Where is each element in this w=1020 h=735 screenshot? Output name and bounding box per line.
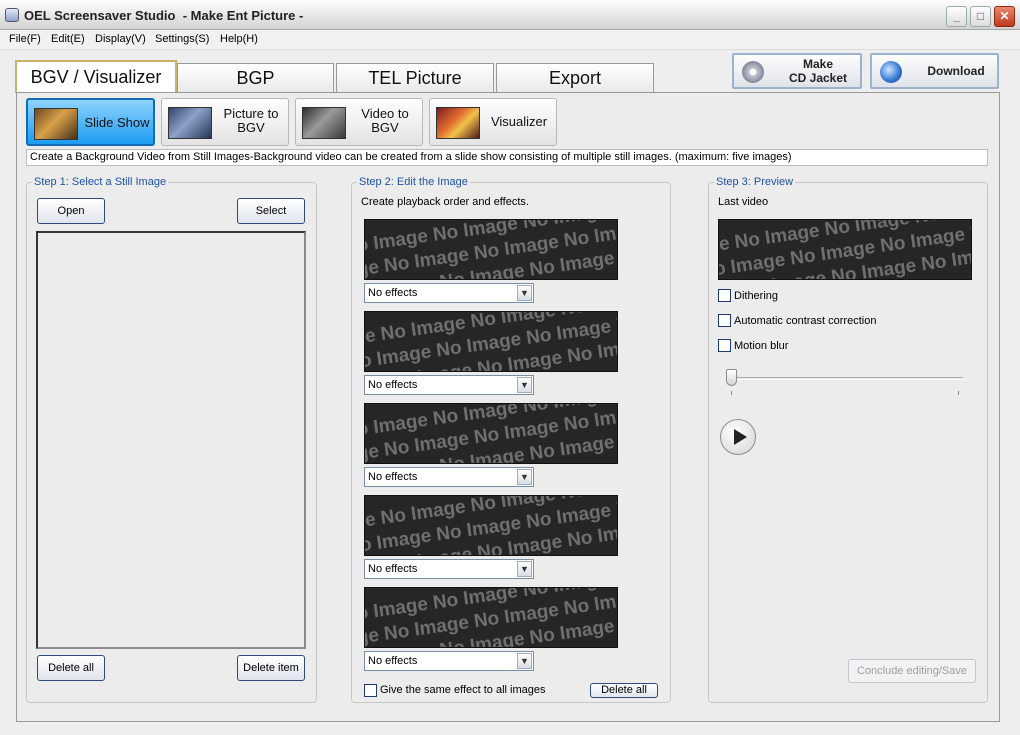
chevron-down-icon[interactable]: ▼ [517, 561, 532, 577]
slider-tick-start [731, 391, 732, 395]
select-button[interactable]: Select [237, 198, 305, 224]
dithering-checkbox[interactable] [718, 289, 731, 302]
minimize-button[interactable]: _ [946, 6, 967, 27]
step3-title: Step 3: Preview [714, 176, 796, 188]
effect-select[interactable]: No effects ▼ [364, 467, 534, 487]
same-effect-checkbox[interactable] [364, 684, 377, 697]
title-bar: OEL Screensaver Studio - Make Ent Pictur… [0, 0, 1020, 30]
mode-slide-show-label: Slide Show [84, 115, 150, 130]
placeholder-watermark: age No Image No Image No Image No Image N… [364, 495, 618, 556]
chevron-down-icon[interactable]: ▼ [517, 377, 532, 393]
download-button[interactable]: Download [870, 53, 999, 89]
dithering-label: Dithering [734, 290, 779, 302]
menu-help[interactable]: Help(H) [220, 33, 258, 45]
motion-blur-label: Motion blur [734, 340, 789, 352]
preview-slider-thumb[interactable] [726, 369, 737, 386]
mode-video-label-line2: BGV [371, 120, 399, 135]
delete-all-effects-button[interactable]: Delete all [590, 683, 658, 698]
effect-image-placeholder[interactable]: age No Image No Image No Image No Image N… [364, 311, 618, 372]
motion-blur-checkbox[interactable] [718, 339, 731, 352]
window-title: OEL Screensaver Studio - Make Ent Pictur… [24, 8, 304, 23]
effect-image-placeholder[interactable]: age No Image No Image No Image No Image N… [364, 495, 618, 556]
video-camera-icon [302, 107, 346, 139]
preview-slider-track[interactable] [731, 377, 963, 380]
same-effect-label: Give the same effect to all images [380, 684, 546, 696]
effect-image-placeholder[interactable]: No Image No Image No Image No Imageage N… [364, 219, 618, 280]
conclude-editing-save-button[interactable]: Conclude editing/Save [848, 659, 976, 683]
contrast-correction-checkbox[interactable] [718, 314, 731, 327]
globe-download-icon [880, 61, 902, 83]
effect-select-value: No effects [368, 655, 418, 667]
preview-watermark: age No Image No Image No Image No Image N… [718, 219, 972, 280]
effect-select[interactable]: No effects ▼ [364, 283, 534, 303]
menu-display[interactable]: Display(V) [95, 33, 146, 45]
chevron-down-icon[interactable]: ▼ [517, 653, 532, 669]
step2-title: Step 2: Edit the Image [357, 176, 470, 188]
tab-bgv-visualizer[interactable]: BGV / Visualizer [15, 60, 177, 93]
tab-export[interactable]: Export [496, 63, 654, 92]
menu-file[interactable]: File(F) [9, 33, 41, 45]
cd-jacket-label-line2: CD Jacket [788, 71, 848, 85]
visualizer-icon [436, 107, 480, 139]
chevron-down-icon[interactable]: ▼ [517, 469, 532, 485]
play-icon [734, 429, 747, 445]
step2-description: Create playback order and effects. [361, 196, 529, 208]
tab-bgp[interactable]: BGP [177, 63, 334, 92]
mode-slide-show[interactable]: Slide Show [26, 98, 155, 146]
chevron-down-icon[interactable]: ▼ [517, 285, 532, 301]
app-icon [5, 8, 19, 22]
effect-select-value: No effects [368, 287, 418, 299]
contrast-correction-label: Automatic contrast correction [734, 315, 877, 327]
preview-placeholder: age No Image No Image No Image No Image N… [718, 219, 972, 280]
menu-bar: File(F) Edit(E) Display(V) Settings(S) H… [0, 30, 1020, 50]
placeholder-watermark: No Image No Image No Image No Imageage N… [364, 587, 618, 648]
close-button[interactable]: ✕ [994, 6, 1015, 27]
slide-show-icon [34, 108, 78, 140]
delete-all-images-button[interactable]: Delete all [37, 655, 105, 681]
image-list[interactable] [36, 231, 306, 649]
effect-image-placeholder[interactable]: No Image No Image No Image No Imageage N… [364, 587, 618, 648]
effect-select[interactable]: No effects ▼ [364, 375, 534, 395]
mode-visualizer-label: Visualizer [490, 114, 548, 129]
effect-image-placeholder[interactable]: No Image No Image No Image No Imageage N… [364, 403, 618, 464]
make-cd-jacket-button[interactable]: Make CD Jacket [732, 53, 862, 89]
step1-title: Step 1: Select a Still Image [32, 176, 169, 188]
mode-video-to-bgv[interactable]: Video to BGV [295, 98, 423, 146]
last-video-label: Last video [718, 196, 769, 208]
open-button[interactable]: Open [37, 198, 105, 224]
placeholder-watermark: No Image No Image No Image No Imageage N… [364, 219, 618, 280]
cd-jacket-label-line1: Make [802, 57, 834, 71]
mode-video-label-line1: Video to [361, 106, 409, 121]
effect-select[interactable]: No effects ▼ [364, 559, 534, 579]
mode-visualizer[interactable]: Visualizer [429, 98, 557, 146]
download-label: Download [927, 64, 985, 78]
effect-select-value: No effects [368, 563, 418, 575]
camera-film-icon [168, 107, 212, 139]
placeholder-watermark: No Image No Image No Image No Imageage N… [364, 403, 618, 464]
menu-edit[interactable]: Edit(E) [51, 33, 85, 45]
delete-item-button[interactable]: Delete item [237, 655, 305, 681]
mode-picture-to-bgv[interactable]: Picture to BGV [161, 98, 289, 146]
effect-select-value: No effects [368, 471, 418, 483]
effect-select[interactable]: No effects ▼ [364, 651, 534, 671]
tab-tel-picture[interactable]: TEL Picture [336, 63, 494, 92]
cd-icon [742, 61, 764, 83]
effect-select-value: No effects [368, 379, 418, 391]
mode-picture-label-line1: Picture to [223, 106, 279, 121]
placeholder-watermark: age No Image No Image No Image No Image N… [364, 311, 618, 372]
info-text: Create a Background Video from Still Ima… [26, 149, 988, 166]
mode-picture-label-line2: BGV [237, 120, 265, 135]
maximize-button[interactable]: □ [970, 6, 991, 27]
menu-settings[interactable]: Settings(S) [155, 33, 209, 45]
slider-tick-end [958, 391, 959, 395]
play-button[interactable] [720, 419, 756, 455]
